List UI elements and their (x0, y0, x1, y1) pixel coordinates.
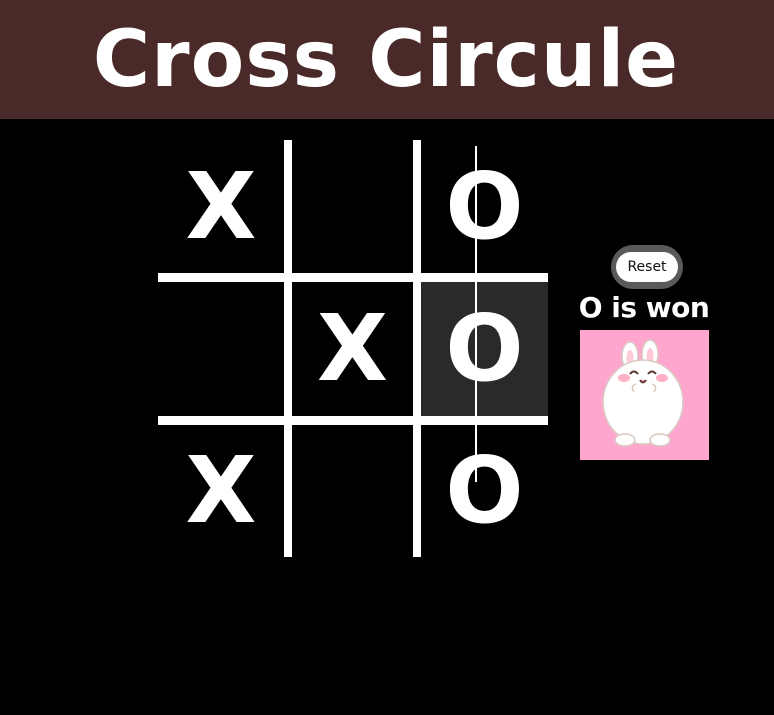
board-cell-7[interactable]: X (158, 425, 284, 557)
board-cell-2[interactable] (292, 140, 413, 273)
winning-line (475, 146, 477, 482)
board-cell-5[interactable]: X (292, 282, 413, 416)
header-bar: Cross Circule (0, 0, 774, 119)
grid-line-vertical-2 (413, 140, 421, 557)
status-text: O is won (578, 291, 710, 324)
cell-mark: O (445, 152, 524, 260)
board-cell-4[interactable] (158, 282, 284, 416)
reset-button[interactable]: Reset (611, 245, 683, 289)
cell-mark: X (317, 295, 388, 402)
cell-mark: O (445, 437, 524, 544)
board-cell-1[interactable]: X (158, 140, 284, 273)
cell-mark: X (185, 152, 257, 260)
reset-button-label: Reset (616, 252, 678, 282)
happy-bunny-icon (580, 330, 709, 460)
grid-line-vertical-1 (284, 140, 292, 557)
cell-mark: O (445, 295, 524, 402)
board-cell-8[interactable] (292, 425, 413, 557)
grid-line-horizontal-2 (158, 416, 548, 425)
board-cell-9[interactable]: O (421, 425, 548, 557)
board-cell-3[interactable]: O (421, 140, 548, 273)
board-cell-6[interactable]: O (421, 282, 548, 416)
grid-line-horizontal-1 (158, 273, 548, 282)
game-board: X O X O X O (158, 140, 548, 557)
cell-mark: X (185, 437, 257, 544)
page-title: Cross Circule (92, 14, 680, 105)
bunny-illustration (602, 339, 684, 447)
